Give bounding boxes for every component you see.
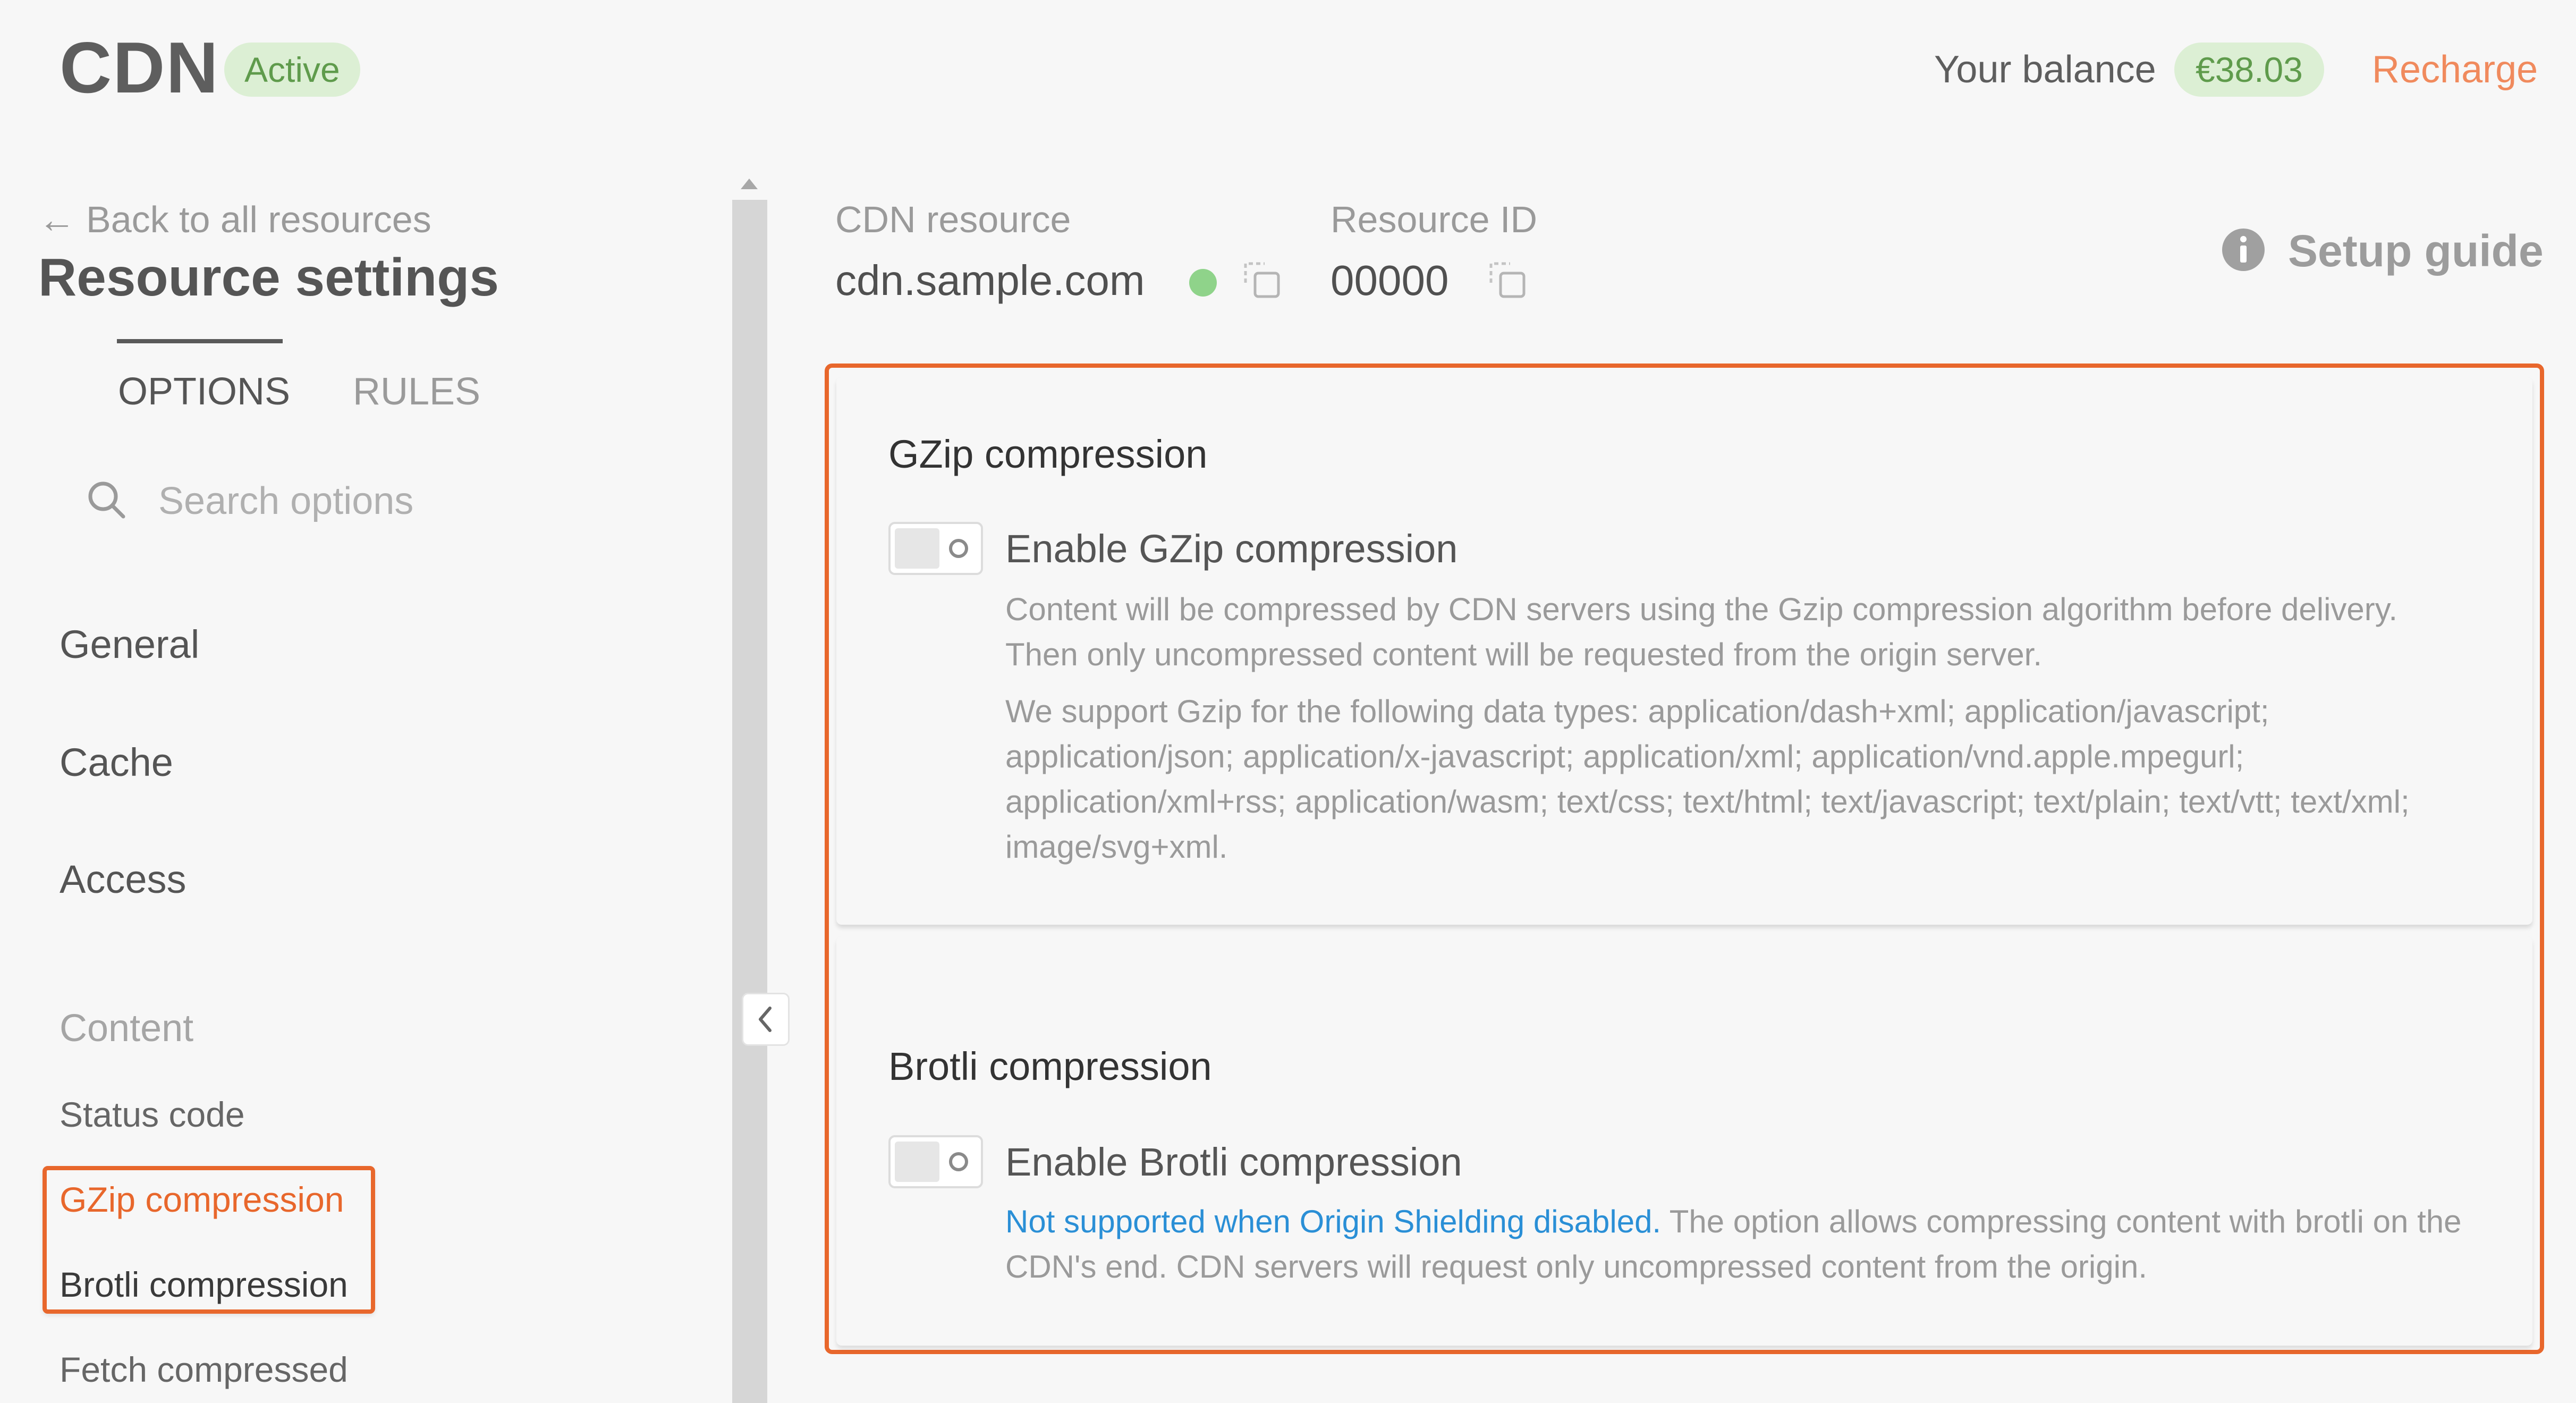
sidebar-item-brotli-compression[interactable]: Brotli compression xyxy=(60,1261,348,1308)
info-icon xyxy=(2222,229,2265,271)
sidebar-item-fetch-compressed[interactable]: Fetch compressed xyxy=(60,1346,348,1393)
copy-icon[interactable] xyxy=(1487,259,1528,301)
sidebar-item-cache[interactable]: Cache xyxy=(60,739,173,787)
balance-value-badge: €38.03 xyxy=(2174,43,2324,97)
sidebar-item-gzip-compression[interactable]: GZip compression xyxy=(60,1176,344,1223)
app-logo: CDN xyxy=(60,27,219,108)
toggle-knob xyxy=(895,528,939,569)
brotli-description: Not supported when Origin Shielding disa… xyxy=(1005,1199,2472,1289)
chevron-left-icon xyxy=(759,1007,772,1032)
search-options-input[interactable] xyxy=(157,474,638,528)
back-link-label: Back to all resources xyxy=(86,199,431,240)
cdn-resource-label: CDN resource xyxy=(835,199,1071,240)
cdn-resource-value: cdn.sample.com xyxy=(835,257,1145,304)
copy-icon[interactable] xyxy=(1241,259,1283,301)
gzip-description: Content will be compressed by CDN server… xyxy=(1005,591,2397,672)
gzip-section-title: GZip compression xyxy=(888,432,1208,476)
arrow-left-icon: ← xyxy=(38,199,75,240)
toggle-off-icon xyxy=(949,1152,968,1171)
tab-options[interactable]: OPTIONS xyxy=(118,368,290,416)
search-icon xyxy=(88,481,125,519)
gzip-supported-types: We support Gzip for the following data t… xyxy=(1005,694,2410,865)
brotli-section-title: Brotli compression xyxy=(888,1044,1212,1088)
origin-shielding-link[interactable]: Not supported when Origin Shielding disa… xyxy=(1005,1204,1661,1239)
sidebar-item-status-code[interactable]: Status code xyxy=(60,1091,245,1138)
gzip-enable-toggle[interactable] xyxy=(888,522,983,575)
sidebar-item-access[interactable]: Access xyxy=(60,856,187,903)
resource-status-dot xyxy=(1189,269,1217,297)
setup-guide-link[interactable]: Setup guide xyxy=(2288,224,2544,277)
collapse-sidebar-button[interactable] xyxy=(742,993,790,1046)
sidebar-group-content: Content xyxy=(60,1007,194,1050)
resource-id-label: Resource ID xyxy=(1331,199,1538,240)
tab-rules[interactable]: RULES xyxy=(353,368,480,416)
brotli-toggle-label: Enable Brotli compression xyxy=(1005,1140,1462,1184)
toggle-knob xyxy=(895,1142,939,1182)
recharge-link[interactable]: Recharge xyxy=(2372,46,2538,94)
sidebar-item-general[interactable]: General xyxy=(60,621,199,669)
back-to-resources-link[interactable]: ← Back to all resources xyxy=(38,196,431,243)
toggle-off-icon xyxy=(949,539,968,558)
status-badge: Active xyxy=(224,43,360,97)
active-tab-indicator xyxy=(117,339,283,343)
gzip-toggle-label: Enable GZip compression xyxy=(1005,527,1458,571)
brotli-enable-toggle[interactable] xyxy=(888,1135,983,1188)
sidebar-scrollbar[interactable] xyxy=(732,200,767,1403)
resource-id-value: 00000 xyxy=(1331,257,1449,304)
page-title: Resource settings xyxy=(38,248,499,307)
balance-label: Your balance xyxy=(1934,48,2156,91)
scroll-up-arrow-icon[interactable] xyxy=(733,171,765,198)
